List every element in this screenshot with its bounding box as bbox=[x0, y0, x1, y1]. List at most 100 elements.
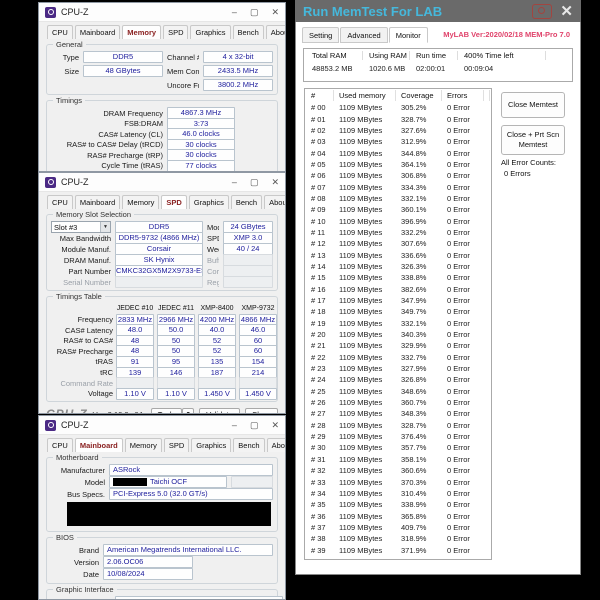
close-memtest-button[interactable]: Close Memtest bbox=[501, 92, 565, 118]
maximize-icon[interactable]: ▢ bbox=[250, 421, 259, 430]
tab-cpu[interactable]: CPU bbox=[47, 195, 73, 209]
summary-table: Total RAMUsing RAMRun time400% Time left… bbox=[303, 48, 573, 82]
tab-about[interactable]: About bbox=[264, 195, 286, 209]
timings-table-row: CAS# Latency48.050.040.046.0 bbox=[51, 324, 273, 335]
result-cell: # 35 bbox=[311, 500, 339, 509]
tools-button[interactable]: Tools bbox=[151, 408, 183, 414]
minimize-icon[interactable]: – bbox=[232, 178, 237, 187]
minimize-icon[interactable]: – bbox=[232, 8, 237, 17]
result-cell: 312.9% bbox=[401, 137, 447, 146]
result-cell: 0 Error bbox=[447, 409, 492, 418]
tab-cpu[interactable]: CPU bbox=[47, 438, 73, 452]
tab-graphics[interactable]: Graphics bbox=[189, 195, 229, 209]
result-cell: 0 Error bbox=[447, 443, 492, 452]
window-title: CPU-Z bbox=[61, 7, 227, 17]
camera-icon[interactable] bbox=[532, 4, 552, 19]
tools-dropdown-icon[interactable]: ▼ bbox=[182, 408, 194, 414]
result-cell: 328.7% bbox=[401, 421, 447, 430]
close-icon[interactable]: ✕ bbox=[271, 178, 279, 187]
tab-bench[interactable]: Bench bbox=[233, 25, 264, 39]
maximize-icon[interactable]: ▢ bbox=[250, 178, 259, 187]
timings-table-group: Timings Table JEDEC #10JEDEC #11XMP-8400… bbox=[46, 296, 278, 402]
tab-memory[interactable]: Memory bbox=[122, 25, 161, 39]
validate-button[interactable]: Validate bbox=[199, 408, 240, 414]
close-icon[interactable]: ✕ bbox=[271, 421, 279, 430]
close-button[interactable]: Close bbox=[245, 408, 278, 414]
tab-graphics[interactable]: Graphics bbox=[191, 438, 231, 452]
type-label: Type bbox=[51, 53, 79, 62]
result-cell: # 23 bbox=[311, 364, 339, 373]
result-cell: 327.9% bbox=[401, 364, 447, 373]
close-icon[interactable]: ✕ bbox=[560, 4, 573, 19]
tab-spd[interactable]: SPD bbox=[163, 25, 188, 39]
result-cell: 1109 MBytes bbox=[339, 217, 401, 226]
result-cell: 0 Error bbox=[447, 251, 492, 260]
result-cell: 1109 MBytes bbox=[339, 466, 401, 475]
slot-select[interactable]: Slot #3 ▼ bbox=[51, 221, 111, 233]
memtest-version-text: MyLAB Ver:2020/02/18 MEM-Pro 7.0 bbox=[443, 30, 570, 39]
slot-group-label: Memory Slot Selection bbox=[53, 210, 134, 219]
chevron-down-icon[interactable]: ▼ bbox=[100, 222, 110, 232]
result-cell: 1109 MBytes bbox=[339, 183, 401, 192]
result-cell: # 12 bbox=[311, 239, 339, 248]
timing-label: RAS# Precharge (tRP) bbox=[51, 151, 163, 160]
uncore-label: Uncore Frequency bbox=[167, 81, 199, 90]
general-group: General Type DDR5 Channel # 4 x 32-bit S… bbox=[46, 44, 278, 95]
result-cell: 1109 MBytes bbox=[339, 251, 401, 260]
tab-cpu[interactable]: CPU bbox=[47, 25, 73, 39]
spacer bbox=[552, 51, 566, 60]
result-cell: # 30 bbox=[311, 443, 339, 452]
tab-monitor[interactable]: Monitor bbox=[389, 27, 428, 43]
result-cell: 364.1% bbox=[401, 160, 447, 169]
mem-controller-value: 2433.5 MHz bbox=[203, 65, 273, 77]
tab-setting[interactable]: Setting bbox=[302, 27, 339, 43]
minimize-icon[interactable]: – bbox=[232, 421, 237, 430]
tab-advanced[interactable]: Advanced bbox=[340, 27, 387, 43]
result-cell: 0 Error bbox=[447, 307, 492, 316]
summary-header: Run time bbox=[416, 51, 458, 60]
timings-table-row: tRC139146187214 bbox=[51, 367, 273, 378]
result-cell: 326.3% bbox=[401, 262, 447, 271]
timing-label: DRAM Frequency bbox=[51, 109, 163, 118]
tab-memory[interactable]: Memory bbox=[125, 438, 162, 452]
timings-row: CAS# Latency (CL)46.0 clocks bbox=[51, 128, 273, 139]
row-label: Correction bbox=[207, 267, 219, 276]
model-text: Taichi OCF bbox=[150, 477, 187, 486]
result-row: # 191109 MBytes332.1%0 Error bbox=[305, 318, 491, 329]
result-cell: 0 Error bbox=[447, 330, 492, 339]
result-cell: 0 Error bbox=[447, 387, 492, 396]
bios-brand-value: American Megatrends International LLC. bbox=[103, 544, 273, 556]
tab-graphics[interactable]: Graphics bbox=[190, 25, 230, 39]
tab-bench[interactable]: Bench bbox=[233, 438, 264, 452]
result-cell: 1109 MBytes bbox=[339, 296, 401, 305]
close-prtscn-memtest-button[interactable]: Close + Prt Scn Memtest bbox=[501, 125, 565, 155]
tab-bar: CPUMainboardMemorySPDGraphicsBenchAbout bbox=[39, 435, 285, 452]
result-cell: 0 Error bbox=[447, 478, 492, 487]
result-row: # 321109 MBytes360.6%0 Error bbox=[305, 465, 491, 476]
slot-info-row: Serial NumberRegistered bbox=[51, 276, 273, 287]
tab-memory[interactable]: Memory bbox=[122, 195, 159, 209]
tab-mainboard[interactable]: Mainboard bbox=[75, 438, 123, 452]
timings-row: Cycle Time (tRAS)77 clocks bbox=[51, 160, 273, 171]
result-row: # 351109 MBytes338.9%0 Error bbox=[305, 499, 491, 510]
maximize-icon[interactable]: ▢ bbox=[250, 8, 259, 17]
tab-about[interactable]: About bbox=[267, 438, 286, 452]
window-title: CPU-Z bbox=[61, 420, 227, 430]
row-label: Week/Year bbox=[207, 245, 219, 254]
result-cell: # 00 bbox=[311, 103, 339, 112]
result-cell: 0 Error bbox=[447, 534, 492, 543]
tab-spd[interactable]: SPD bbox=[161, 195, 186, 209]
tab-about[interactable]: About bbox=[266, 25, 286, 39]
tab-mainboard[interactable]: Mainboard bbox=[75, 25, 120, 39]
result-row: # 361109 MBytes365.8%0 Error bbox=[305, 510, 491, 521]
model-value: Taichi OCF bbox=[109, 476, 227, 488]
tab-bench[interactable]: Bench bbox=[231, 195, 262, 209]
close-icon[interactable]: ✕ bbox=[271, 8, 279, 17]
tab-mainboard[interactable]: Mainboard bbox=[75, 195, 120, 209]
result-cell: 326.8% bbox=[401, 375, 447, 384]
result-cell: # 37 bbox=[311, 523, 339, 532]
tab-spd[interactable]: SPD bbox=[164, 438, 189, 452]
result-cell: 1109 MBytes bbox=[339, 489, 401, 498]
bios-version-label: Version bbox=[51, 558, 99, 567]
row-label: RAS# to CAS# bbox=[51, 336, 113, 345]
